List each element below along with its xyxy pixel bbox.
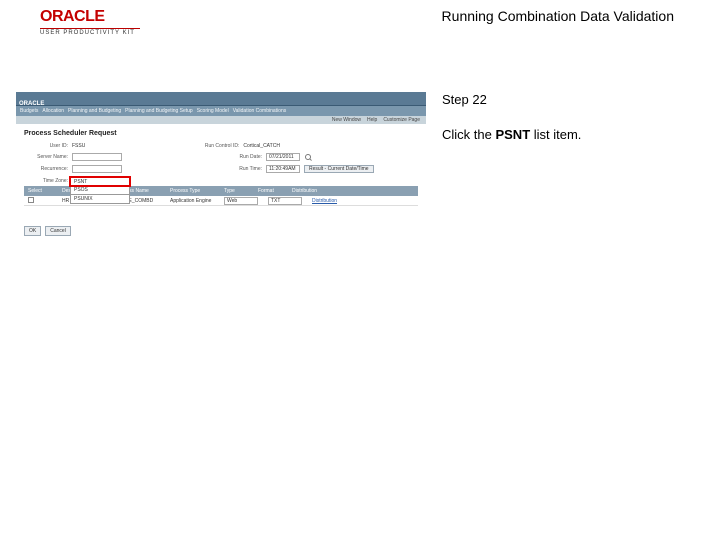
run-date-label: Run Date: <box>218 154 262 160</box>
col-process-type: Process Type <box>170 188 214 194</box>
row-checkbox[interactable] <box>28 197 34 203</box>
logo-underline <box>40 28 140 29</box>
col-distribution: Distribution <box>292 188 336 194</box>
page-title: Running Combination Data Validation <box>442 8 674 24</box>
col-type: Type <box>224 188 248 194</box>
crumb[interactable]: Planning and Budgeting <box>68 108 121 114</box>
user-id-value: FSSU <box>72 143 85 149</box>
oracle-mini-logo: ORACLE <box>16 101 44 107</box>
row-distribution-link[interactable]: Distribution <box>312 198 356 204</box>
crumb[interactable]: Planning and Budgeting Setup <box>125 108 193 114</box>
crumb[interactable]: Validation Combinations <box>233 108 287 114</box>
server-name-label: Server Name: <box>24 154 68 160</box>
panel-title: Process Scheduler Request <box>24 130 418 137</box>
dropdown-item-psnt[interactable]: PSNT <box>70 177 130 186</box>
instruction-target: PSNT <box>495 127 530 142</box>
col-format: Format <box>258 188 282 194</box>
embedded-app-screenshot: ORACLE Budgets Allocation Planning and B… <box>16 92 426 242</box>
run-control-value: Cortical_CATCH <box>243 143 280 149</box>
server-dropdown-list: PSNT PSOS PSUNIX <box>70 177 130 204</box>
timezone-label: Time Zone: <box>24 178 68 184</box>
run-control-label: Run Control ID: <box>195 143 239 149</box>
server-name-dropdown[interactable] <box>72 153 122 161</box>
oracle-wordmark: ORACLE <box>40 8 140 26</box>
row-select-cell[interactable] <box>28 197 52 205</box>
reset-time-button[interactable]: Result - Current Date/Time <box>304 165 374 173</box>
run-time-input[interactable]: 11:20:49AM <box>266 165 300 173</box>
instruction-prefix: Click the <box>442 127 495 142</box>
row-process-type: Application Engine <box>170 198 214 204</box>
instruction-panel: Step 22 Click the PSNT list item. <box>442 92 704 242</box>
row-type-select[interactable]: Web <box>224 197 258 205</box>
crumb[interactable]: Allocation <box>42 108 64 114</box>
breadcrumb-bar: Budgets Allocation Planning and Budgetin… <box>16 106 426 116</box>
row-format-select[interactable]: TXT <box>268 197 302 205</box>
new-window-link[interactable]: New Window <box>332 117 361 123</box>
calendar-icon[interactable] <box>305 154 311 160</box>
crumb[interactable]: Scoring Model <box>197 108 229 114</box>
recurrence-label: Recurrence: <box>24 166 68 172</box>
upk-subtitle: USER PRODUCTIVITY KIT <box>40 30 140 36</box>
crumb[interactable]: Budgets <box>20 108 38 114</box>
user-id-label: User ID: <box>24 143 68 149</box>
dropdown-item-psunix[interactable]: PSUNIX <box>70 195 130 204</box>
run-time-label: Run Time: <box>218 166 262 172</box>
step-number: Step 22 <box>442 92 704 107</box>
step-instruction: Click the PSNT list item. <box>442 127 704 144</box>
ok-button[interactable]: OK <box>24 226 41 236</box>
dropdown-item-psos[interactable]: PSOS <box>70 186 130 195</box>
col-select: Select <box>28 188 52 194</box>
process-request-panel: Process Scheduler Request User ID: FSSU … <box>16 124 426 242</box>
cancel-button[interactable]: Cancel <box>45 226 71 236</box>
customize-link[interactable]: Customize Page <box>383 117 420 123</box>
help-link[interactable]: Help <box>367 117 377 123</box>
run-date-input[interactable]: 07/21/2011 <box>266 153 300 161</box>
recurrence-dropdown[interactable] <box>72 165 122 173</box>
upk-logo: ORACLE USER PRODUCTIVITY KIT <box>40 8 140 36</box>
utility-links: New Window Help Customize Page <box>16 116 426 124</box>
instruction-suffix: list item. <box>530 127 581 142</box>
app-header-bar: ORACLE <box>16 92 426 106</box>
